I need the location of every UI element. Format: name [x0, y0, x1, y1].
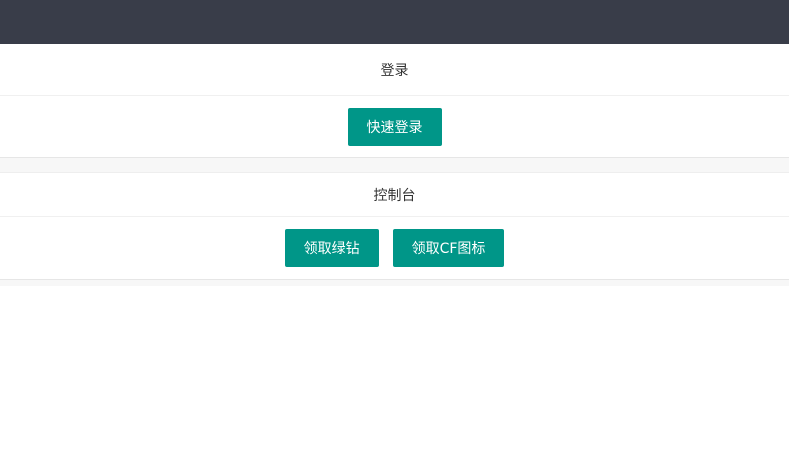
panel-bottom-separator — [0, 280, 789, 286]
login-panel-body: 快速登录 — [0, 96, 789, 157]
console-panel-body: 领取绿钻 领取CF图标 — [0, 217, 789, 279]
panel-separator — [0, 158, 789, 173]
login-panel-title: 登录 — [0, 44, 789, 96]
top-navigation-bar — [0, 0, 789, 44]
console-panel: 控制台 领取绿钻 领取CF图标 — [0, 173, 789, 280]
claim-green-diamond-button[interactable]: 领取绿钻 — [284, 229, 379, 267]
quick-login-button[interactable]: 快速登录 — [347, 107, 442, 146]
claim-cf-icon-button[interactable]: 领取CF图标 — [392, 229, 505, 267]
console-panel-title: 控制台 — [0, 173, 789, 217]
login-panel: 登录 快速登录 — [0, 44, 789, 158]
